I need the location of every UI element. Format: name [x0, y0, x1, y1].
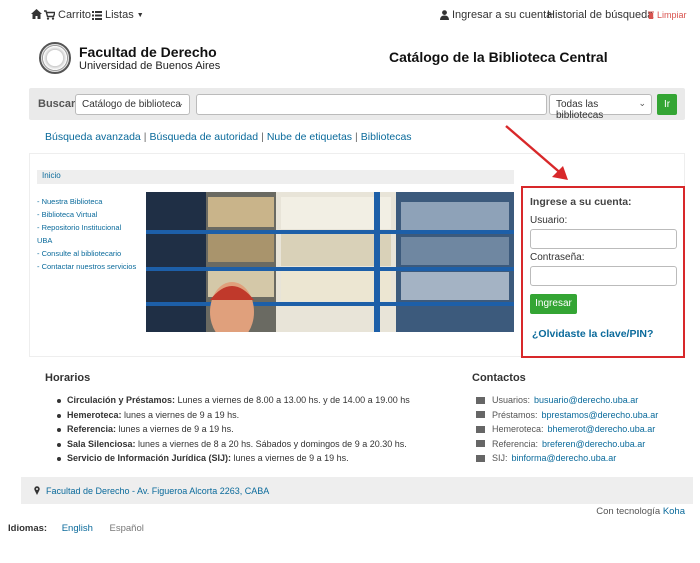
search-label: Buscar — [38, 98, 76, 110]
side-links: - Nuestra Biblioteca - Biblioteca Virtua… — [37, 195, 137, 273]
clear-history-link[interactable]: Limpiar — [648, 10, 687, 20]
lists-label: Listas — [105, 9, 134, 21]
chevron-down-icon: ⌄ — [638, 98, 646, 108]
caret-down-icon: ▼ — [136, 11, 144, 19]
email-link[interactable]: breferen@derecho.uba.ar — [542, 437, 645, 452]
powered-by: Con tecnología Koha — [596, 506, 685, 517]
list-item: Hemeroteca: bhemerot@derecho.uba.ar — [476, 422, 658, 437]
search-history-link[interactable]: Historial de búsqueda — [547, 9, 653, 21]
library-select[interactable]: Todas las bibliotecas ⌄ — [549, 94, 652, 121]
site-header: Facultad de Derecho Universidad de Bueno… — [29, 32, 685, 84]
cart-link[interactable]: Carrito — [44, 9, 91, 21]
home-icon[interactable] — [31, 9, 42, 19]
list-item: Circulación y Préstamos: Lunes a viernes… — [57, 393, 410, 408]
username-input[interactable] — [530, 229, 677, 249]
list-item: Préstamos: bprestamos@derecho.uba.ar — [476, 408, 658, 423]
search-type-select[interactable]: Catálogo de biblioteca ⌄ — [75, 94, 190, 115]
map-marker-icon — [34, 486, 40, 495]
envelope-icon — [476, 440, 485, 448]
clear-label: Limpiar — [657, 10, 687, 20]
catalog-title: Catálogo de la Biblioteca Central — [389, 49, 608, 65]
list-item: Servicio de Información Jurídica (SIJ): … — [57, 451, 410, 466]
search-links: Búsqueda avanzada | Búsqueda de autoridad |… — [45, 131, 412, 143]
side-link-contact[interactable]: - Contactar nuestros servicios — [37, 260, 137, 273]
library-shelves-photo — [146, 192, 514, 332]
lists-dropdown[interactable]: Listas ▼ — [92, 9, 144, 21]
red-arrow-annotation — [505, 125, 568, 180]
koha-link[interactable]: Koha — [663, 506, 685, 517]
faculty-seal-logo[interactable] — [39, 42, 71, 74]
address-bar: Facultad de Derecho - Av. Figueroa Alcor… — [21, 477, 693, 504]
email-link[interactable]: bprestamos@derecho.uba.ar — [542, 408, 659, 423]
breadcrumb: Inicio — [37, 170, 514, 184]
login-box: Ingrese a su cuenta: Usuario: Contraseña… — [521, 186, 685, 358]
login-button[interactable]: Ingresar — [530, 294, 577, 314]
language-english[interactable]: English — [62, 523, 93, 534]
login-label: Ingresar a su cuenta — [452, 9, 553, 21]
login-link[interactable]: Ingresar a su cuenta — [440, 9, 552, 21]
envelope-icon — [476, 396, 485, 404]
tag-cloud-link[interactable]: Nube de etiquetas — [267, 131, 352, 143]
authority-search-link[interactable]: Búsqueda de autoridad — [149, 131, 258, 143]
list-item: Referencia: breferen@derecho.uba.ar — [476, 437, 658, 452]
hours-list: Circulación y Préstamos: Lunes a viernes… — [57, 393, 410, 466]
breadcrumb-home[interactable]: Inicio — [42, 171, 61, 180]
email-link[interactable]: binforma@derecho.uba.ar — [512, 451, 617, 466]
side-link-ask-librarian[interactable]: - Consulte al bibliotecario — [37, 247, 137, 260]
search-input[interactable] — [196, 94, 547, 115]
powered-prefix: Con tecnología — [596, 506, 663, 517]
email-link[interactable]: busuario@derecho.uba.ar — [534, 393, 638, 408]
libraries-link[interactable]: Bibliotecas — [361, 131, 412, 143]
user-icon — [440, 10, 449, 20]
forgot-pin-link[interactable]: ¿Olvidaste la clave/PIN? — [532, 328, 653, 340]
list-item: Referencia: lunes a viernes de 9 a 19 hs… — [57, 422, 410, 437]
library-value: Todas las bibliotecas — [556, 99, 604, 121]
contacts-list: Usuarios: busuario@derecho.uba.ar Présta… — [476, 393, 658, 466]
cart-label: Carrito — [58, 9, 92, 21]
language-spanish[interactable]: Español — [110, 523, 144, 534]
advanced-search-link[interactable]: Búsqueda avanzada — [45, 131, 141, 143]
list-item: Usuarios: busuario@derecho.uba.ar — [476, 393, 658, 408]
envelope-icon — [476, 454, 485, 462]
login-title: Ingrese a su cuenta: — [530, 196, 632, 208]
hours-title: Horarios — [45, 372, 91, 384]
history-label: Historial de búsqueda — [547, 9, 654, 21]
list-item: SIJ: binforma@derecho.uba.ar — [476, 451, 658, 466]
list-item: Sala Silenciosa: lunes a viernes de 8 a … — [57, 437, 410, 452]
password-input[interactable] — [530, 266, 677, 286]
chevron-down-icon: ⌄ — [176, 98, 184, 108]
language-selector: Idiomas: English Español — [8, 523, 144, 534]
list-item: Hemeroteca: lunes a viernes de 9 a 19 hs… — [57, 408, 410, 423]
contacts-title: Contactos — [472, 372, 526, 384]
username-label: Usuario: — [530, 215, 568, 226]
trash-icon — [648, 11, 654, 19]
password-label: Contraseña: — [530, 252, 585, 263]
list-icon — [92, 10, 102, 20]
cart-icon — [44, 10, 55, 20]
side-link-virtual-library[interactable]: - Biblioteca Virtual — [37, 208, 137, 221]
envelope-icon — [476, 425, 485, 433]
search-bar: Buscar Catálogo de biblioteca ⌄ Todas la… — [29, 88, 685, 121]
side-link-our-library[interactable]: - Nuestra Biblioteca — [37, 195, 137, 208]
address-text[interactable]: Facultad de Derecho - Av. Figueroa Alcor… — [46, 486, 269, 496]
side-link-repository[interactable]: - Repositorio Institucional UBA — [37, 221, 137, 247]
email-link[interactable]: bhemerot@derecho.uba.ar — [548, 422, 656, 437]
search-go-button[interactable]: Ir — [657, 94, 677, 115]
faculty-name: Facultad de Derecho — [79, 44, 217, 60]
envelope-icon — [476, 411, 485, 419]
languages-label: Idiomas: — [8, 523, 48, 534]
top-nav: Carrito Listas ▼ Ingresar a su cuenta Hi… — [0, 0, 700, 30]
university-name: Universidad de Buenos Aires — [79, 60, 221, 72]
search-type-value: Catálogo de biblioteca — [82, 99, 181, 110]
